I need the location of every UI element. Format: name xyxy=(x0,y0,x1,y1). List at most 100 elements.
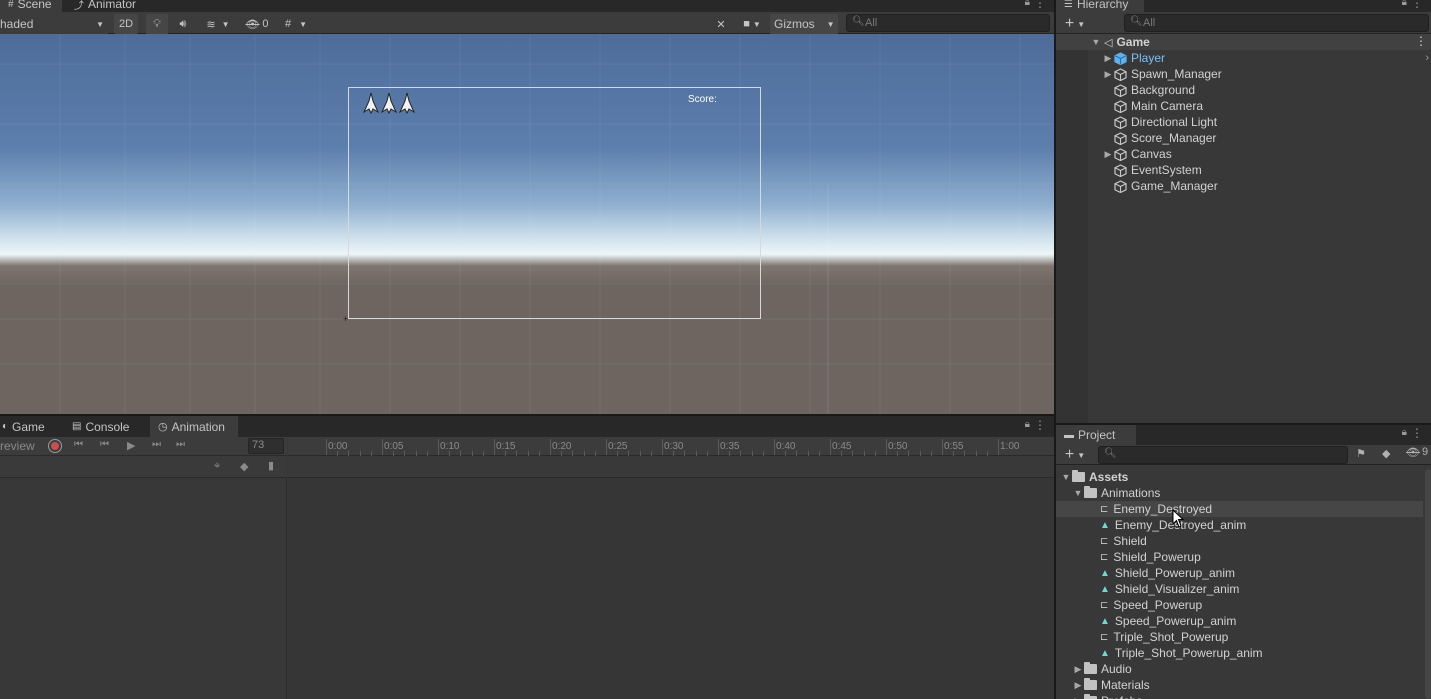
first-keyframe-icon[interactable]: ⏮︎ xyxy=(74,439,83,450)
asset-label: Triple_Shot_Powerup xyxy=(1113,630,1229,644)
project-asset-item[interactable]: ⊏ Enemy_Destroyed xyxy=(1056,501,1423,517)
last-keyframe-icon[interactable]: ⏭︎ xyxy=(176,439,185,450)
folder-label: Animations xyxy=(1101,486,1161,500)
frame-field[interactable]: 73 xyxy=(248,438,284,454)
audio-toggle[interactable]: 🔊︎ xyxy=(172,14,194,34)
project-folder-item[interactable]: ▶ Audio xyxy=(1056,661,1423,677)
project-asset-item[interactable]: ▲Enemy_Destroyed_anim xyxy=(1056,517,1423,533)
effects-dropdown[interactable]: ≋ ▼ xyxy=(198,14,238,34)
tab-animation[interactable]: ◷ Animation xyxy=(150,416,238,437)
foldout-collapsed-icon[interactable]: ▶ xyxy=(1072,696,1084,699)
asset-label: Speed_Powerup xyxy=(1113,598,1203,612)
kebab-menu-icon[interactable]: ⋮ xyxy=(1411,0,1423,10)
hierarchy-item[interactable]: Background xyxy=(1056,82,1431,98)
hierarchy-item-label: Directional Light xyxy=(1131,115,1218,129)
toggle-2d-button[interactable]: 2D xyxy=(114,14,138,34)
lock-icon[interactable]: 🔒︎ xyxy=(1025,0,1030,8)
project-folder-assets[interactable]: ▼ Assets xyxy=(1056,469,1423,485)
add-keyframe-icon[interactable]: ◆ xyxy=(240,460,248,473)
project-folder-animations[interactable]: ▼ Animations xyxy=(1056,485,1423,501)
scene-grid-icon: # xyxy=(8,0,14,10)
hidden-packages-toggle[interactable]: 👁︎ 9 xyxy=(1406,446,1428,459)
project-folder-item[interactable]: ▶ Materials xyxy=(1056,677,1423,693)
foldout-collapsed-icon[interactable]: ▶ xyxy=(1072,680,1084,691)
project-folder-item[interactable]: ▶ Prefabs xyxy=(1056,693,1423,699)
grid-dropdown[interactable]: # ▼ xyxy=(276,14,316,34)
kebab-menu-icon[interactable]: ⋮ xyxy=(1415,34,1427,48)
lock-icon[interactable]: 🔒︎ xyxy=(1402,427,1407,438)
foldout-collapsed-icon[interactable]: ▶ xyxy=(1072,664,1084,675)
camera-dropdown[interactable]: ■ ▼ xyxy=(736,14,768,34)
tab-console[interactable]: ▤ Console xyxy=(64,416,146,437)
tab-game[interactable]: ◐ Game xyxy=(0,416,66,437)
project-asset-item[interactable]: ▲ Shield_Powerup_anim xyxy=(1056,565,1423,581)
tab-animator[interactable]: ⤴ Animator xyxy=(66,0,144,12)
preview-toggle[interactable]: review xyxy=(0,439,35,453)
kebab-menu-icon[interactable]: ⋮ xyxy=(1411,426,1423,440)
hierarchy-item[interactable]: Game_Manager xyxy=(1056,178,1431,194)
lock-icon[interactable]: 🔒︎ xyxy=(1025,419,1030,430)
foldout-collapsed-icon[interactable]: ▶ xyxy=(1102,149,1114,160)
project-asset-item[interactable]: ▲ Triple_Shot_Powerup_anim xyxy=(1056,645,1423,661)
tab-project[interactable]: ▬ Project xyxy=(1056,425,1136,445)
project-asset-item[interactable]: ▲ Speed_Powerup_anim xyxy=(1056,613,1423,629)
chevron-down-icon: ▼ xyxy=(96,19,104,29)
hierarchy-item[interactable]: Main Camera xyxy=(1056,98,1431,114)
project-search-input[interactable]: 🔍︎ xyxy=(1098,446,1348,464)
kebab-menu-icon[interactable]: ⋮ xyxy=(1034,418,1046,432)
project-asset-item[interactable]: ▲ Shield_Visualizer_anim xyxy=(1056,581,1423,597)
folder-icon xyxy=(1084,662,1097,674)
hierarchy-item[interactable]: Directional Light xyxy=(1056,114,1431,130)
create-asset-dropdown[interactable]: + ▼ xyxy=(1060,445,1090,465)
filter-by-selection-icon[interactable]: ⌖ xyxy=(214,460,220,473)
hierarchy-item[interactable]: ▶ Spawn_Manager xyxy=(1056,66,1431,82)
create-dropdown[interactable]: + ▼ xyxy=(1060,14,1090,34)
foldout-expanded-icon[interactable]: ▼ xyxy=(1090,37,1102,47)
animator-controller-icon: ⊏ xyxy=(1100,503,1109,515)
foldout-expanded-icon[interactable]: ▼ xyxy=(1060,472,1072,482)
project-scrollbar[interactable] xyxy=(1425,469,1431,699)
life-ship-icon xyxy=(399,92,415,114)
project-asset-item[interactable]: ⊏ Shield xyxy=(1056,533,1423,549)
hidden-objects-toggle[interactable]: 👁︎ 0 xyxy=(242,14,272,34)
search-by-label-icon[interactable]: ◆ xyxy=(1382,447,1390,460)
next-keyframe-icon[interactable]: ⏭︎ xyxy=(152,439,161,450)
scene-viewport[interactable]: Score: + xyxy=(0,34,1054,414)
add-event-icon[interactable]: ▮ xyxy=(268,459,274,472)
play-icon[interactable]: ▶ xyxy=(127,439,135,452)
canvas-bounds[interactable] xyxy=(348,87,761,319)
open-prefab-chevron-icon[interactable]: › xyxy=(1425,52,1429,64)
hierarchy-item[interactable]: Score_Manager xyxy=(1056,130,1431,146)
record-icon[interactable] xyxy=(48,439,62,453)
scene-root-row[interactable]: ▼ ◁ Game ⋮ xyxy=(1056,34,1431,50)
animation-clip-icon: ▲ xyxy=(1100,519,1110,531)
project-asset-item[interactable]: ⊏ Speed_Powerup xyxy=(1056,597,1423,613)
tab-scene[interactable]: # Scene xyxy=(0,0,62,12)
tools-button[interactable]: ✕ xyxy=(710,14,732,34)
timeline-event-lane[interactable] xyxy=(288,456,1054,478)
timeline-ruler[interactable]: 0:00 0:05 0:10 0:15 0:20 0:25 0:30 0:35 0:40 0:45… xyxy=(288,437,1054,457)
prev-keyframe-icon[interactable]: ⏮︎ xyxy=(100,439,109,450)
shading-mode-dropdown[interactable]: haded ▼ xyxy=(0,14,108,34)
hierarchy-search-input[interactable]: 🔍︎ All xyxy=(1124,14,1429,32)
foldout-collapsed-icon[interactable]: ▶ xyxy=(1102,53,1114,64)
lock-icon[interactable]: 🔒︎ xyxy=(1402,0,1407,8)
kebab-menu-icon[interactable]: ⋮ xyxy=(1034,0,1046,10)
hierarchy-item[interactable]: ▶ Canvas xyxy=(1056,146,1431,162)
lighting-toggle[interactable]: 💡︎ xyxy=(146,14,168,34)
foldout-collapsed-icon[interactable]: ▶ xyxy=(1102,69,1114,80)
gizmos-dropdown[interactable]: Gizmos ▼ xyxy=(770,14,838,34)
scene-search-input[interactable]: 🔍︎ All xyxy=(846,14,1050,32)
hierarchy-search-placeholder: All xyxy=(1143,17,1156,29)
project-asset-item[interactable]: ⊏ Triple_Shot_Powerup xyxy=(1056,629,1423,645)
search-by-type-icon[interactable]: ⚑ xyxy=(1356,447,1366,460)
project-asset-item[interactable]: ⊏ Shield_Powerup xyxy=(1056,549,1423,565)
animator-controller-icon: ⊏ xyxy=(1100,551,1109,563)
hierarchy-item[interactable]: EventSystem xyxy=(1056,162,1431,178)
tab-hierarchy[interactable]: ☰ Hierarchy xyxy=(1056,0,1144,12)
foldout-expanded-icon[interactable]: ▼ xyxy=(1072,488,1084,498)
folder-icon xyxy=(1084,678,1097,690)
hierarchy-item[interactable]: ▶ Player › xyxy=(1056,50,1431,66)
plus-icon: + xyxy=(1064,446,1075,463)
timeline-dopesheet[interactable] xyxy=(288,478,1054,699)
